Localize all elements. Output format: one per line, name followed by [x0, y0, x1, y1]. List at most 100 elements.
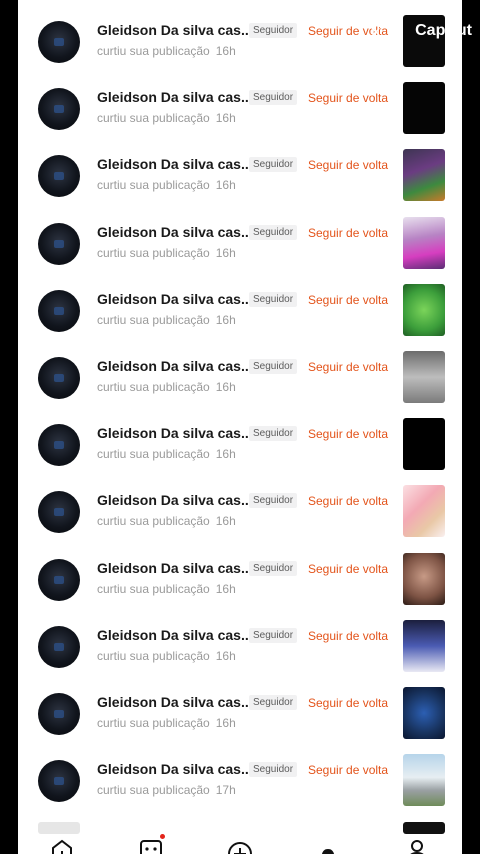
activity-text: curtiu sua publicação 17h [97, 783, 236, 797]
activity-description: curtiu sua publicação [97, 44, 210, 58]
user-name[interactable]: Gleidson Da silva cas... [97, 22, 253, 38]
bottom-nav [18, 825, 462, 854]
activity-text: curtiu sua publicação 16h [97, 649, 236, 663]
follower-badge: Seguidor [249, 23, 298, 38]
follower-badge: Seguidor [249, 426, 298, 442]
follow-back-button[interactable]: Seguir de volta [308, 158, 388, 172]
follow-back-button[interactable]: Seguir de volta [308, 226, 388, 240]
timestamp: 16h [215, 581, 236, 596]
activity-description: curtiu sua publicação [97, 783, 210, 798]
follower-badge: Seguidor [249, 493, 298, 509]
follow-back-button[interactable]: Seguir de volta [308, 562, 388, 576]
activity-description: curtiu sua publicação [97, 178, 210, 193]
notifications-screen: Gleidson Da silva cas... Seguidor Seguir d… [18, 0, 462, 854]
notification-row[interactable]: Gleidson Da silva cas... Seguidor Seguir d… [18, 403, 462, 471]
create-plus-icon[interactable] [227, 837, 253, 854]
avatar[interactable] [38, 155, 80, 198]
avatar[interactable] [38, 693, 80, 735]
avatar[interactable] [38, 21, 80, 63]
post-thumbnail[interactable] [403, 687, 445, 739]
activity-text: curtiu sua publicação 16h [97, 111, 236, 125]
follower-badge: Seguidor [249, 627, 298, 643]
friends-icon[interactable] [138, 834, 165, 854]
user-name[interactable]: Gleidson Da silva cas... [97, 224, 253, 240]
activity-text: curtiu sua publicação 16h [97, 447, 236, 461]
user-name[interactable]: Gleidson Da silva cas... [97, 89, 253, 105]
follow-back-button[interactable]: Seguir de volta [308, 629, 388, 643]
follow-back-button[interactable]: Seguir de volta [308, 91, 388, 105]
post-thumbnail[interactable] [403, 619, 445, 672]
user-name[interactable]: Gleidson Da silva cas... [97, 492, 253, 508]
avatar[interactable] [38, 222, 80, 265]
user-name[interactable]: Gleidson Da silva cas... [97, 761, 253, 777]
follow-back-button[interactable]: Seguir de volta [308, 293, 388, 307]
user-name[interactable]: Gleidson Da silva cas... [97, 560, 253, 576]
follow-back-button[interactable]: Seguir de volta [308, 763, 388, 777]
avatar[interactable] [38, 491, 80, 534]
close-icon: ✕ [370, 24, 382, 40]
user-name[interactable]: Gleidson Da silva cas... [97, 156, 253, 172]
activity-description: curtiu sua publicação [97, 716, 210, 730]
notification-row[interactable]: Gleidson Da silva cas... Seguidor Seguir d… [18, 672, 462, 739]
user-name[interactable]: Gleidson Da silva cas... [97, 291, 253, 307]
activity-description: curtiu sua publicação [97, 581, 210, 596]
post-thumbnail[interactable] [403, 485, 445, 538]
timestamp: 16h [215, 111, 236, 126]
avatar[interactable] [38, 760, 80, 803]
activity-text: curtiu sua publicação 16h [97, 313, 236, 327]
follow-back-button[interactable]: Seguir de volta [308, 494, 388, 508]
activity-description: curtiu sua publicação [97, 514, 210, 529]
post-thumbnail[interactable] [403, 351, 445, 403]
activity-text: curtiu sua publicação 16h [97, 44, 236, 58]
notification-row[interactable]: Gleidson Da silva cas... Seguidor Seguir d… [18, 605, 462, 672]
user-name[interactable]: Gleidson Da silva cas... [97, 694, 253, 710]
avatar[interactable] [38, 558, 80, 601]
activity-description: curtiu sua publicação [97, 312, 210, 327]
activity-text: curtiu sua publicação 16h [97, 246, 236, 260]
timestamp: 16h [215, 648, 236, 663]
notification-row[interactable]: Gleidson Da silva cas... Seguidor Seguir d… [18, 0, 462, 67]
post-thumbnail[interactable] [403, 283, 445, 336]
inbox-icon[interactable] [315, 837, 341, 854]
post-thumbnail[interactable] [403, 149, 445, 202]
capcut-watermark: CapCut [415, 22, 472, 39]
avatar[interactable] [38, 625, 80, 668]
user-name[interactable]: Gleidson Da silva cas... [97, 358, 253, 374]
avatar[interactable] [38, 88, 80, 131]
notification-row[interactable]: Gleidson Da silva cas... Seguidor Seguir d… [18, 538, 462, 605]
notification-row[interactable]: Gleidson Da silva cas... Seguidor Seguir d… [18, 470, 462, 538]
activity-text: curtiu sua publicação 16h [97, 582, 236, 596]
timestamp: 16h [215, 44, 236, 58]
activity-text: curtiu sua publicação 16h [97, 514, 236, 528]
activity-description: curtiu sua publicação [97, 380, 210, 394]
avatar[interactable] [38, 424, 80, 467]
activity-description: curtiu sua publicação [97, 447, 210, 462]
post-thumbnail[interactable] [403, 552, 445, 605]
timestamp: 16h [215, 447, 236, 462]
home-icon[interactable] [49, 837, 75, 854]
follower-badge: Seguidor [249, 90, 298, 106]
activity-text: curtiu sua publicação 16h [97, 380, 236, 394]
timestamp: 16h [215, 245, 236, 260]
notification-row[interactable]: Gleidson Da silva cas... Seguidor Seguir d… [18, 269, 462, 336]
follow-back-button[interactable]: Seguir de volta [308, 360, 388, 374]
avatar[interactable] [38, 289, 80, 332]
notification-row[interactable]: Gleidson Da silva cas... Seguidor Seguir d… [18, 739, 462, 807]
notification-row[interactable]: Gleidson Da silva cas... Seguidor Seguir d… [18, 336, 462, 403]
notification-row[interactable]: Gleidson Da silva cas... Seguidor Seguir d… [18, 134, 462, 202]
post-thumbnail[interactable] [403, 216, 445, 269]
post-thumbnail[interactable] [403, 754, 445, 807]
user-name[interactable]: Gleidson Da silva cas... [97, 425, 253, 441]
notification-row[interactable]: Gleidson Da silva cas... Seguidor Seguir d… [18, 67, 462, 135]
follow-back-button[interactable]: Seguir de volta [308, 427, 388, 441]
timestamp: 16h [215, 380, 236, 394]
profile-icon[interactable] [404, 837, 430, 854]
notification-row[interactable]: Gleidson Da silva cas... Seguidor Seguir d… [18, 202, 462, 269]
post-thumbnail[interactable] [403, 418, 445, 471]
follow-back-button[interactable]: Seguir de volta [308, 696, 388, 710]
post-thumbnail[interactable] [403, 82, 445, 135]
activity-description: curtiu sua publicação [97, 648, 210, 663]
user-name[interactable]: Gleidson Da silva cas... [97, 627, 253, 643]
avatar[interactable] [38, 357, 80, 399]
activity-description: curtiu sua publicação [97, 245, 210, 260]
